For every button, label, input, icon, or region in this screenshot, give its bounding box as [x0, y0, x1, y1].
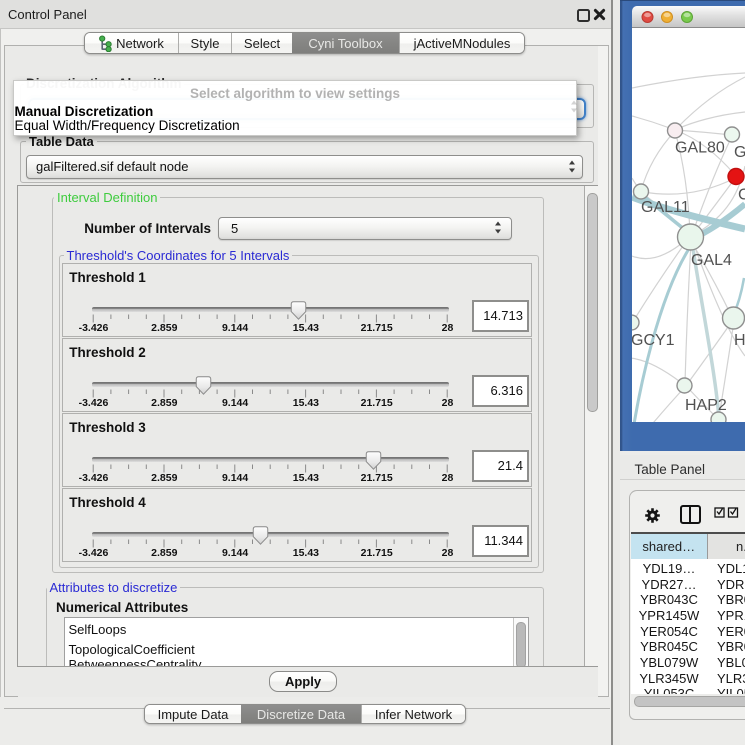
svg-text:HAP2: HAP2 — [685, 397, 727, 414]
svg-text:GCY1: GCY1 — [632, 332, 675, 349]
svg-text:G: G — [734, 144, 745, 161]
svg-text:C: C — [738, 186, 745, 203]
svg-text:GAL11: GAL11 — [641, 199, 690, 216]
svg-text:GAL4: GAL4 — [691, 252, 732, 269]
svg-text:H: H — [734, 332, 745, 349]
svg-text:GAL80: GAL80 — [675, 139, 725, 156]
